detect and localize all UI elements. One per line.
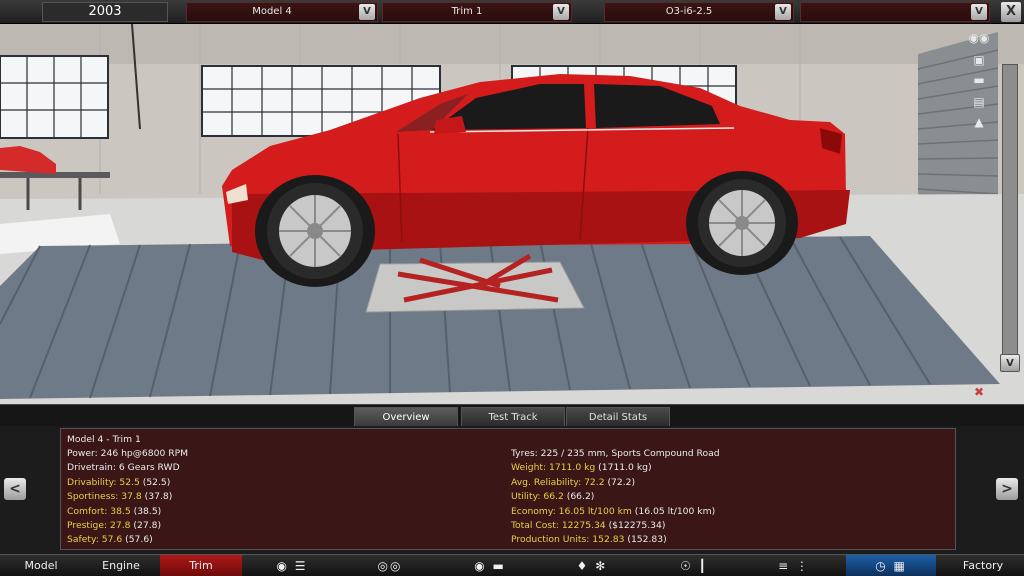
stat-previous-value: (16.05 lt/100 km)	[631, 505, 716, 517]
stat-previous-value: (38.5)	[130, 505, 162, 517]
stat-label: Prestige: 27.8	[67, 520, 131, 531]
stat-label: Drivetrain: 6 Gears RWD	[67, 462, 180, 474]
body-icon[interactable]: ◉ ▬	[442, 555, 538, 576]
nav-factory[interactable]: Factory	[942, 555, 1024, 576]
model-dropdown-value: Model 4	[252, 6, 292, 17]
stat-row: Avg. Reliability: 72.2 (72.2)	[511, 476, 635, 490]
stat-row: Drivability: 52.5 (52.5)	[67, 476, 170, 490]
zoom-slider[interactable]	[1002, 64, 1018, 364]
stat-previous-value: (152.83)	[624, 534, 667, 546]
stat-row: Total Cost: 12275.34 ($12275.34)	[511, 519, 665, 533]
trim-dropdown-value: Trim 1	[451, 6, 483, 17]
interior-icon[interactable]: ☉ ┃	[646, 555, 742, 576]
prev-button[interactable]: <	[4, 478, 26, 500]
stat-row: Economy: 16.05 lt/100 km (16.05 lt/100 k…	[511, 505, 715, 519]
stat-label: Safety: 57.6	[67, 534, 123, 546]
model-dropdown[interactable]: Model 4 V	[186, 2, 378, 22]
close-button[interactable]: X	[1001, 2, 1021, 22]
stat-row: Weight: 1711.0 kg (1711.0 kg)	[511, 461, 652, 475]
next-button[interactable]: >	[996, 478, 1018, 500]
car-side-icon[interactable]: ▬	[962, 72, 996, 88]
car-angle-icon[interactable]: ▲	[962, 114, 996, 130]
nav-trim[interactable]: Trim	[160, 555, 242, 576]
stat-row: Utility: 66.2 (66.2)	[511, 490, 594, 504]
stat-row: Prestige: 27.8 (27.8)	[67, 519, 161, 533]
car-viewport[interactable]	[0, 24, 1024, 404]
stat-row: Comfort: 38.5 (38.5)	[67, 505, 161, 519]
stat-previous-value: (27.8)	[130, 520, 162, 531]
year-field[interactable]: 2003	[42, 2, 168, 22]
tab-detail-stats[interactable]: Detail Stats	[566, 407, 670, 427]
chevron-down-icon[interactable]: V	[553, 4, 569, 20]
nav-model[interactable]: Model	[0, 555, 82, 576]
stat-previous-value: ($12275.34)	[605, 520, 666, 531]
stat-previous-value: (72.2)	[604, 476, 636, 488]
chassis-icon[interactable]: ◉ ☰	[246, 555, 338, 576]
stat-previous-value: (57.6)	[122, 534, 153, 546]
tab-overview[interactable]: Overview	[354, 407, 458, 427]
engine-dropdown[interactable]: O3-i6-2.5 V	[604, 2, 794, 22]
stat-previous-value: (52.5)	[139, 476, 171, 488]
car-top-icon[interactable]: ▤	[962, 94, 996, 110]
stats-panel: Model 4 - Trim 1 Power: 246 hp@6800 RPM D…	[60, 428, 956, 550]
stat-row: Sportiness: 37.8 (37.8)	[67, 490, 172, 504]
stat-row: Power: 246 hp@6800 RPM	[67, 447, 188, 461]
test-drive-icon[interactable]: ◷ ▦	[846, 555, 936, 576]
chevron-down-icon[interactable]: V	[1000, 354, 1020, 372]
wheels-icon[interactable]: ◎◎	[344, 555, 436, 576]
tab-test-track[interactable]: Test Track	[461, 407, 565, 427]
stat-row: Tyres: 225 / 235 mm, Sports Compound Roa…	[511, 447, 720, 461]
car-front-icon[interactable]: ▣	[962, 52, 996, 68]
reset-view-icon[interactable]: ✖	[962, 384, 996, 400]
stat-previous-value: (37.8)	[141, 491, 173, 503]
bottom-nav: Model Engine Trim ◉ ☰ ◎◎ ◉ ▬ ♦ ✻ ☉ ┃ ≡ ⋮…	[0, 554, 1024, 576]
stat-label: Avg. Reliability: 72.2	[511, 476, 605, 488]
stat-previous-value: (66.2)	[563, 491, 595, 503]
info-tabs: Overview Test Track Detail Stats	[0, 404, 1024, 427]
trim-dropdown[interactable]: Trim 1 V	[382, 2, 572, 22]
garage-scene	[0, 24, 1024, 404]
stat-label: Comfort: 38.5	[67, 505, 131, 517]
stat-label: Economy: 16.05 lt/100 km	[511, 505, 632, 517]
chevron-down-icon[interactable]: V	[971, 4, 987, 20]
stat-previous-value: (1711.0 kg)	[595, 462, 652, 474]
stat-label: Total Cost: 12275.34	[511, 520, 606, 531]
engine-dropdown-value: O3-i6-2.5	[665, 6, 713, 17]
nav-engine[interactable]: Engine	[82, 555, 160, 576]
stat-row: Drivetrain: 6 Gears RWD	[67, 461, 180, 475]
stat-label: Production Units: 152.83	[511, 534, 625, 546]
camera-icon[interactable]: ◉◉	[962, 30, 996, 46]
panel-title: Model 4 - Trim 1	[67, 434, 141, 445]
car-body-icon[interactable]: ♦ ✻	[544, 555, 640, 576]
zoom-rail: V	[998, 24, 1022, 404]
stat-label: Drivability: 52.5	[67, 476, 140, 488]
extra-dropdown[interactable]: V	[800, 2, 990, 22]
stat-label: Power: 246 hp@6800 RPM	[67, 448, 189, 459]
stat-label: Utility: 66.2	[511, 491, 564, 503]
stat-row: Safety: 57.6 (57.6)	[67, 533, 153, 547]
chevron-down-icon[interactable]: V	[359, 4, 375, 20]
stat-label: Tyres: 225 / 235 mm, Sports Compound Roa…	[511, 448, 720, 459]
info-panel-area: < > Model 4 - Trim 1 Power: 246 hp@6800 …	[0, 426, 1024, 554]
chevron-down-icon[interactable]: V	[775, 4, 791, 20]
stat-label: Sportiness: 37.8	[67, 491, 142, 503]
suspension-icon[interactable]: ≡ ⋮	[748, 555, 840, 576]
top-bar: 2003 Model 4 V Trim 1 V O3-i6-2.5 V V X	[0, 0, 1024, 24]
stat-label: Weight: 1711.0 kg	[511, 462, 596, 474]
stat-row: Production Units: 152.83 (152.83)	[511, 533, 667, 547]
